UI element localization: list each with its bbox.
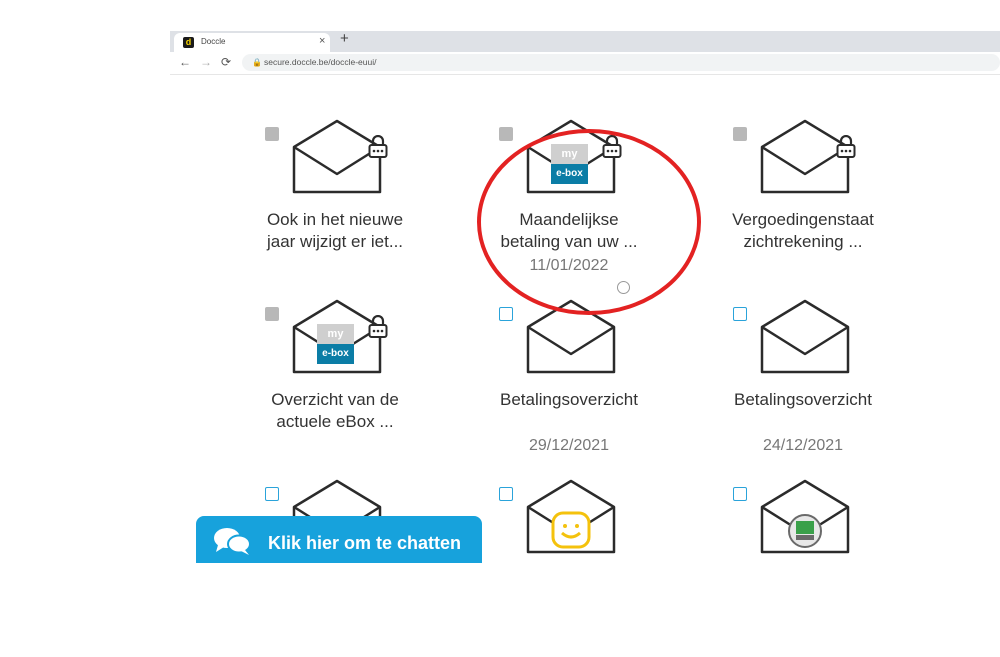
chat-label: Klik hier om te chatten [268,533,462,553]
tab-doccle[interactable]: d Doccle × [174,33,330,52]
envelope-icon [760,299,850,374]
select-checkbox[interactable] [733,307,747,321]
new-tab-button[interactable]: + [340,30,349,47]
document-title: Overzicht van de actuele eBox ... [271,390,399,431]
mm-logo-icon [788,514,822,548]
select-checkbox[interactable] [265,127,279,141]
close-tab-icon[interactable]: × [319,35,325,47]
padlock-icon [368,135,388,158]
select-checkbox[interactable] [733,487,747,501]
back-button[interactable]: ← [179,55,191,69]
tab-title: Doccle [201,37,226,46]
padlock-icon [368,315,388,338]
document-card[interactable]: my e-box Overzicht van de actuele eBox ... [220,299,450,477]
document-card[interactable] [688,479,918,657]
browser-toolbar: ← → ⟳ 🔒 secure.doccle.be/doccle-euui/ [170,52,1000,75]
select-checkbox[interactable] [733,127,747,141]
doccle-favicon-icon: d [183,37,194,48]
lock-icon: 🔒 [252,58,262,67]
chat-bubbles-icon [214,528,251,555]
document-title: Betalingsoverzicht [500,390,638,409]
document-title: Ook in het nieuwe jaar wijzigt er iet... [266,210,404,251]
document-card[interactable]: Betalingsoverzicht 24/12/2021 [688,299,918,477]
document-date: 24/12/2021 [762,437,844,454]
select-checkbox[interactable] [499,127,513,141]
reload-button[interactable]: ⟳ [221,55,231,69]
document-card[interactable] [220,479,450,657]
document-title: Betalingsoverzicht [734,390,872,409]
chat-button[interactable]: Klik hier om te chatten [196,516,482,563]
select-checkbox[interactable] [265,307,279,321]
address-bar[interactable]: 🔒 secure.doccle.be/doccle-euui/ [242,54,1000,71]
document-card[interactable] [454,479,684,657]
smiley-logo-icon [551,511,591,549]
document-date: 29/12/2021 [528,437,610,454]
document-card[interactable]: Ook in het nieuwe jaar wijzigt er iet... [220,119,450,297]
select-checkbox[interactable] [499,487,513,501]
envelope-icon [526,299,616,374]
select-checkbox[interactable] [499,307,513,321]
loading-spinner-icon [617,281,630,294]
document-title: Vergoedingenstaat zichtrekening ... [732,210,874,251]
document-date: 11/01/2022 [529,257,609,274]
browser-chrome: d Doccle × + ← → ⟳ 🔒 secure.doccle.be/do… [170,30,1000,76]
my-ebox-logo-icon: my e-box [551,144,588,185]
document-card[interactable]: my e-box Maandelijkse betaling van uw ... 11… [454,119,684,297]
padlock-icon [836,135,856,158]
my-ebox-logo-icon: my e-box [317,324,354,365]
forward-button[interactable]: → [200,55,212,69]
document-title: Maandelijkse betaling van uw ... [500,210,638,251]
tab-strip: d Doccle × + [170,30,1000,52]
url-text: secure.doccle.be/doccle-euui/ [264,57,377,67]
padlock-icon [602,135,622,158]
select-checkbox[interactable] [265,487,279,501]
document-card[interactable]: Betalingsoverzicht 29/12/2021 [454,299,684,477]
document-card[interactable]: Vergoedingenstaat zichtrekening ... [688,119,918,297]
